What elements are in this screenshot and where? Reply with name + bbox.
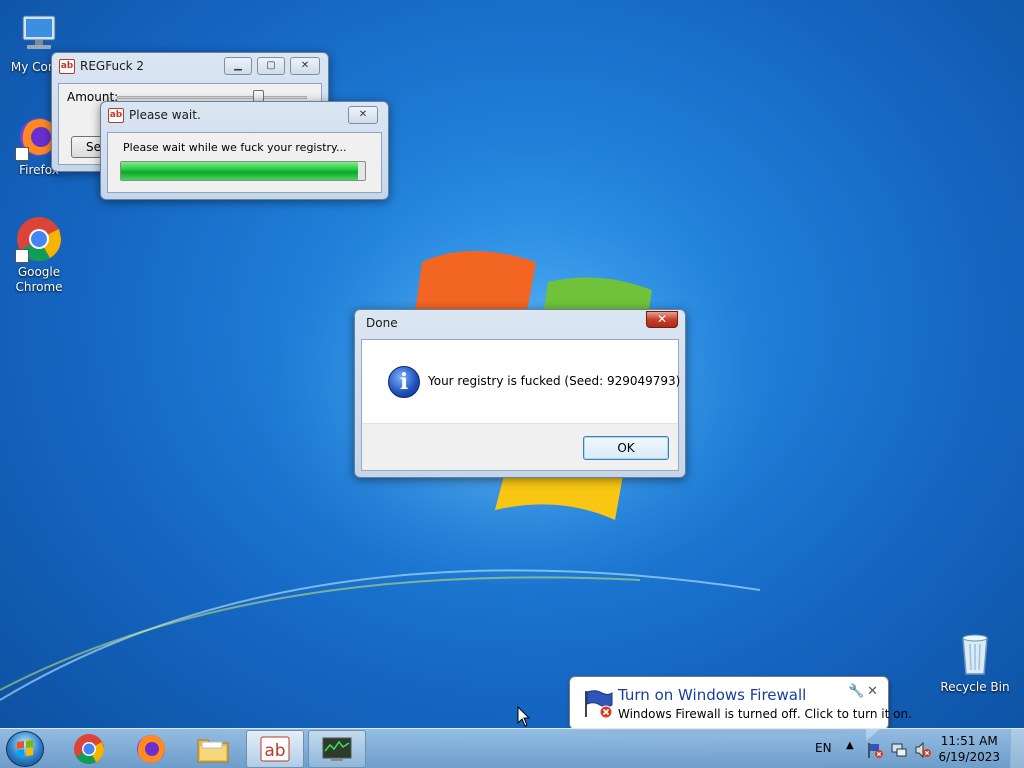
mouse-cursor-icon <box>517 706 531 727</box>
taskbar: ab EN ▲ 11:51 AM 6/19/2023 <box>0 728 1024 768</box>
show-hidden-icons-chevron-icon[interactable]: ▲ <box>846 740 854 751</box>
action-center-flag-icon[interactable] <box>866 741 884 759</box>
action-center-flag-icon <box>585 690 613 719</box>
desktop-icon-recycle-bin[interactable]: Recycle Bin <box>937 630 1013 695</box>
computer-icon <box>15 10 63 58</box>
volume-muted-icon[interactable] <box>914 741 932 759</box>
taskbar-clock[interactable]: 11:51 AM 6/19/2023 <box>938 733 1000 765</box>
done-client-area: i Your registry is fucked (Seed: 9290497… <box>361 339 681 471</box>
firefox-icon <box>137 735 165 763</box>
taskbar-regfuck-button[interactable]: ab <box>246 730 304 768</box>
taskbar-task-manager-button[interactable] <box>308 730 366 768</box>
close-button[interactable]: ✕ <box>348 106 378 124</box>
show-desktop-button[interactable] <box>1010 729 1024 768</box>
message-area: i Your registry is fucked (Seed: 9290497… <box>362 340 681 423</box>
please-wait-client-area: Please wait while we fuck your registry.… <box>107 132 382 193</box>
close-button[interactable]: ✕ <box>646 311 678 328</box>
regfuck-icon: ab <box>260 736 290 762</box>
windows-logo-icon <box>17 740 33 757</box>
network-icon[interactable] <box>890 741 908 759</box>
shortcut-arrow-icon <box>15 249 29 263</box>
regfuck-titlebar[interactable]: ab REGFuck 2 ▁ ▢ ✕ <box>52 53 328 81</box>
progress-bar-fill <box>121 162 358 180</box>
close-button[interactable]: ✕ <box>290 57 320 75</box>
dialog-message: Your registry is fucked (Seed: 929049793… <box>428 374 681 388</box>
firewall-notification[interactable]: Turn on Windows Firewall Windows Firewal… <box>569 676 912 741</box>
taskbar-firefox-button[interactable] <box>122 730 180 768</box>
dialog-title: Done <box>366 316 398 330</box>
please-wait-message: Please wait while we fuck your registry.… <box>123 141 347 154</box>
chrome-icon <box>15 215 63 263</box>
information-icon: i <box>388 366 420 398</box>
please-wait-window: ab Please wait. ✕ Please wait while we f… <box>100 101 389 200</box>
window-title: Please wait. <box>129 108 201 122</box>
clock-date: 6/19/2023 <box>938 750 1000 764</box>
start-button[interactable] <box>6 731 44 767</box>
ok-button[interactable]: OK <box>583 436 669 460</box>
language-indicator[interactable]: EN <box>815 741 832 755</box>
progress-bar <box>120 161 366 181</box>
please-wait-titlebar[interactable]: ab Please wait. ✕ <box>101 102 388 130</box>
options-wrench-icon[interactable]: 🔧 <box>848 684 864 699</box>
explorer-icon <box>197 739 229 763</box>
notification-body[interactable]: Windows Firewall is turned off. Click to… <box>618 707 912 721</box>
regfuck-app-icon: ab <box>59 59 75 74</box>
notification-title[interactable]: Turn on Windows Firewall <box>618 686 806 704</box>
desktop-icon-google-chrome[interactable]: Google Chrome <box>1 215 77 295</box>
clock-time: 11:51 AM <box>940 734 998 748</box>
task-manager-icon <box>322 737 352 761</box>
taskbar-explorer-button[interactable] <box>184 730 242 768</box>
window-title: REGFuck 2 <box>80 59 145 73</box>
done-titlebar[interactable]: Done ✕ <box>355 310 685 338</box>
taskbar-chrome-button[interactable] <box>60 730 118 768</box>
regfuck-app-icon: ab <box>108 108 124 123</box>
recycle-bin-icon <box>951 630 999 678</box>
svg-text:ab: ab <box>264 741 285 761</box>
button-area: OK <box>362 423 678 470</box>
restore-button[interactable]: ▢ <box>257 57 285 75</box>
shortcut-arrow-icon <box>15 147 29 161</box>
notification-close-icon[interactable]: ✕ <box>867 684 878 699</box>
done-dialog: Done ✕ i Your registry is fucked (Seed: … <box>354 309 686 478</box>
minimize-button[interactable]: ▁ <box>224 57 252 75</box>
chrome-icon <box>74 734 104 764</box>
amount-slider-track[interactable] <box>117 96 307 99</box>
